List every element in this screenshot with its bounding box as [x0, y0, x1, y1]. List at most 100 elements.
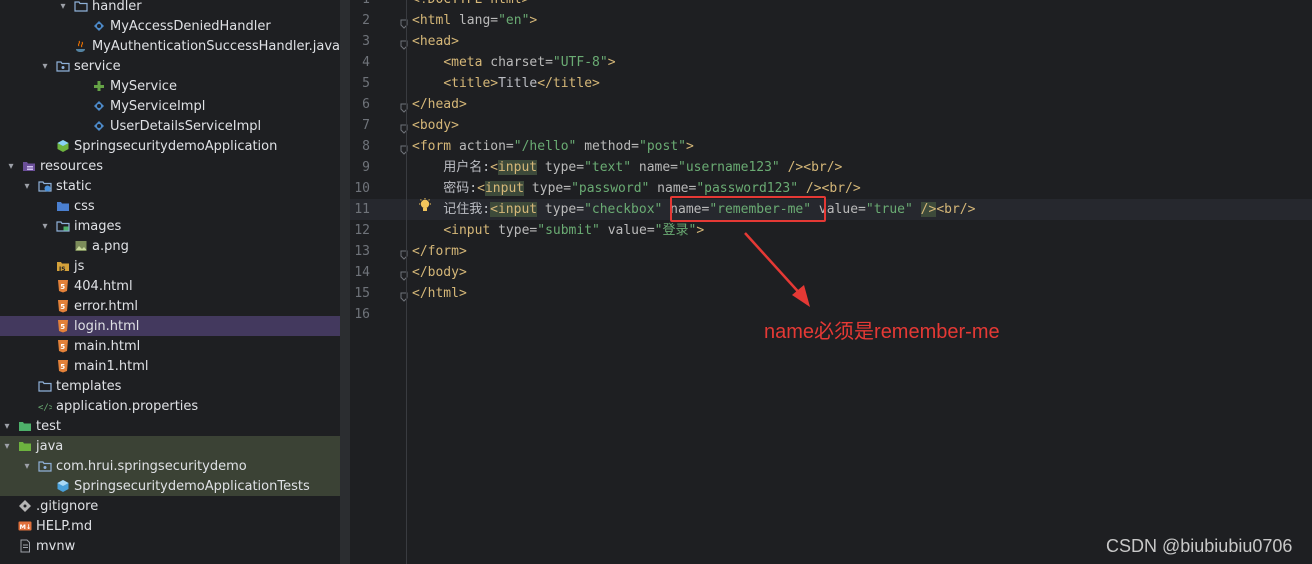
tree-item-myauthenticationsuccesshandler-java[interactable]: ▾MyAuthenticationSuccessHandler.java	[0, 36, 340, 56]
svg-text:5: 5	[60, 323, 65, 331]
line-number: 10	[354, 181, 370, 196]
code-token: </body>	[412, 265, 467, 280]
tree-item-resources[interactable]: ▾ resources	[0, 156, 340, 176]
code-editor[interactable]: 1<!DOCTYPE html>2<html lang="en">3<head>…	[350, 0, 1312, 564]
code-token: lang=	[458, 13, 499, 28]
code-line[interactable]: 8 <form action="/hello" method="post">	[350, 136, 1312, 157]
code-line[interactable]: 3 <head>	[350, 31, 1312, 52]
web-folder-icon	[38, 179, 52, 193]
tree-item-label: SpringsecuritydemoApplicationTests	[74, 478, 310, 494]
tree-item-myserviceimpl[interactable]: ▾MyServiceImpl	[0, 96, 340, 116]
code-token: type=	[524, 181, 572, 196]
tree-item-java[interactable]: ▾ java	[0, 436, 340, 456]
tree-item-com-hrui-springsecuritydemo[interactable]: ▾ com.hrui.springsecuritydemo	[0, 456, 340, 476]
tree-item-label: application.properties	[56, 398, 199, 414]
tree-item-mvnw[interactable]: ▾mvnw	[0, 536, 340, 556]
code-token: name=	[649, 181, 697, 196]
code-line[interactable]: 9 用户名:<input type="text" name="username1…	[350, 157, 1312, 178]
code-line[interactable]: 5 <title>Title</title>	[350, 73, 1312, 94]
tree-item-label: MyAuthenticationSuccessHandler.java	[91, 38, 340, 54]
tree-item-help-md[interactable]: ▾M↓HELP.md	[0, 516, 340, 536]
gitignore-icon	[18, 499, 32, 513]
code-line[interactable]: 14 </body>	[350, 262, 1312, 283]
tree-item-springsecuritydemoapplicationtests[interactable]: ▾SpringsecuritydemoApplicationTests	[0, 476, 340, 496]
code-token: input	[484, 181, 525, 196]
code-token: "username123"	[678, 160, 780, 175]
line-number: 2	[362, 13, 370, 28]
chevron-down-icon[interactable]: ▾	[38, 221, 52, 232]
code-token: <	[477, 181, 485, 196]
code-token: /><br/>	[779, 160, 843, 175]
chevron-down-icon[interactable]: ▾	[56, 1, 70, 12]
code-token: "true"	[865, 202, 913, 217]
tree-item-label: main.html	[74, 338, 141, 354]
code-line[interactable]: 6 </head>	[350, 94, 1312, 115]
tree-item-login-html[interactable]: ▾5login.html	[0, 316, 340, 336]
tree-item-404-html[interactable]: ▾5404.html	[0, 276, 340, 296]
code-line[interactable]: 15 </html>	[350, 283, 1312, 304]
tree-item-gitignore[interactable]: ▾.gitignore	[0, 496, 340, 516]
tree-item-springsecuritydemoapplication[interactable]: ▾SpringsecuritydemoApplication	[0, 136, 340, 156]
code-line[interactable]: 4 <meta charset="UTF-8">	[350, 52, 1312, 73]
code-token: <input	[443, 223, 499, 238]
panel-divider[interactable]	[340, 0, 350, 564]
code-token: >	[607, 55, 616, 70]
chevron-down-icon[interactable]: ▾	[20, 181, 34, 192]
tree-item-main-html[interactable]: ▾5main.html	[0, 336, 340, 356]
tree-item-error-html[interactable]: ▾5error.html	[0, 296, 340, 316]
class-icon	[92, 119, 106, 133]
code-token: <title>	[443, 76, 499, 91]
html-file-icon: 5	[56, 359, 70, 373]
svg-text:5: 5	[60, 283, 65, 291]
tree-item-handler[interactable]: ▾ handler	[0, 0, 340, 16]
code-line[interactable]: 10 密码:<input type="password" name="passw…	[350, 178, 1312, 199]
html-file-icon: 5	[56, 279, 70, 293]
code-token: value=	[599, 223, 655, 238]
tree-item-images[interactable]: ▾ images	[0, 216, 340, 236]
chevron-down-icon[interactable]: ▾	[0, 441, 14, 452]
chevron-down-icon[interactable]: ▾	[20, 461, 34, 472]
code-text: 用户名:<input type="text" name="username123…	[412, 157, 842, 178]
line-number: 1	[350, 0, 370, 10]
tree-item-label: main1.html	[74, 358, 149, 374]
chevron-down-icon[interactable]: ▾	[4, 161, 18, 172]
tree-item-js[interactable]: ▾JSjs	[0, 256, 340, 276]
package-icon	[56, 59, 70, 73]
resources-folder-icon	[22, 159, 36, 173]
code-line[interactable]: 2 <html lang="en">	[350, 10, 1312, 31]
tree-item-application-properties[interactable]: ▾</>application.properties	[0, 396, 340, 416]
tree-item-css[interactable]: ▾css	[0, 196, 340, 216]
code-line[interactable]: 1 <!DOCTYPE html>	[350, 0, 1312, 10]
test-folder-icon	[18, 419, 32, 433]
tree-item-label: .gitignore	[36, 498, 99, 514]
tree-item-myservice[interactable]: ▾MyService	[0, 76, 340, 96]
tree-item-static[interactable]: ▾ static	[0, 176, 340, 196]
code-token: >	[529, 13, 538, 28]
tree-item-test[interactable]: ▾ test	[0, 416, 340, 436]
line-number: 7	[362, 118, 370, 133]
code-token: type=	[498, 223, 538, 238]
annotation-note: name必须是remember-me	[764, 321, 1000, 343]
code-line[interactable]: 11 记住我:<input type="checkbox" name="reme…	[350, 199, 1312, 220]
code-line[interactable]: 12 <input type="submit" value="登录">	[350, 220, 1312, 241]
class-icon	[92, 99, 106, 113]
tree-item-templates[interactable]: ▾templates	[0, 376, 340, 396]
code-line[interactable]: 13 </form>	[350, 241, 1312, 262]
code-line[interactable]: 7 <body>	[350, 115, 1312, 136]
tree-item-main1-html[interactable]: ▾5main1.html	[0, 356, 340, 376]
chevron-down-icon[interactable]: ▾	[38, 61, 52, 72]
svg-text:5: 5	[60, 363, 65, 371]
code-token: "checkbox"	[584, 202, 663, 217]
code-token: <br/>	[936, 202, 976, 217]
tree-item-service[interactable]: ▾ service	[0, 56, 340, 76]
tree-item-a-png[interactable]: ▾a.png	[0, 236, 340, 256]
lightbulb-icon[interactable]	[418, 198, 432, 214]
tree-item-label: css	[74, 198, 95, 214]
html-file-icon: 5	[56, 299, 70, 313]
tree-item-myaccessdeniedhandler[interactable]: ▾MyAccessDeniedHandler	[0, 16, 340, 36]
code-text: </head>	[412, 94, 467, 115]
chevron-down-icon[interactable]: ▾	[0, 421, 14, 432]
tree-item-userdetailsserviceimpl[interactable]: ▾UserDetailsServiceImpl	[0, 116, 340, 136]
tree-item-label: handler	[92, 0, 142, 14]
